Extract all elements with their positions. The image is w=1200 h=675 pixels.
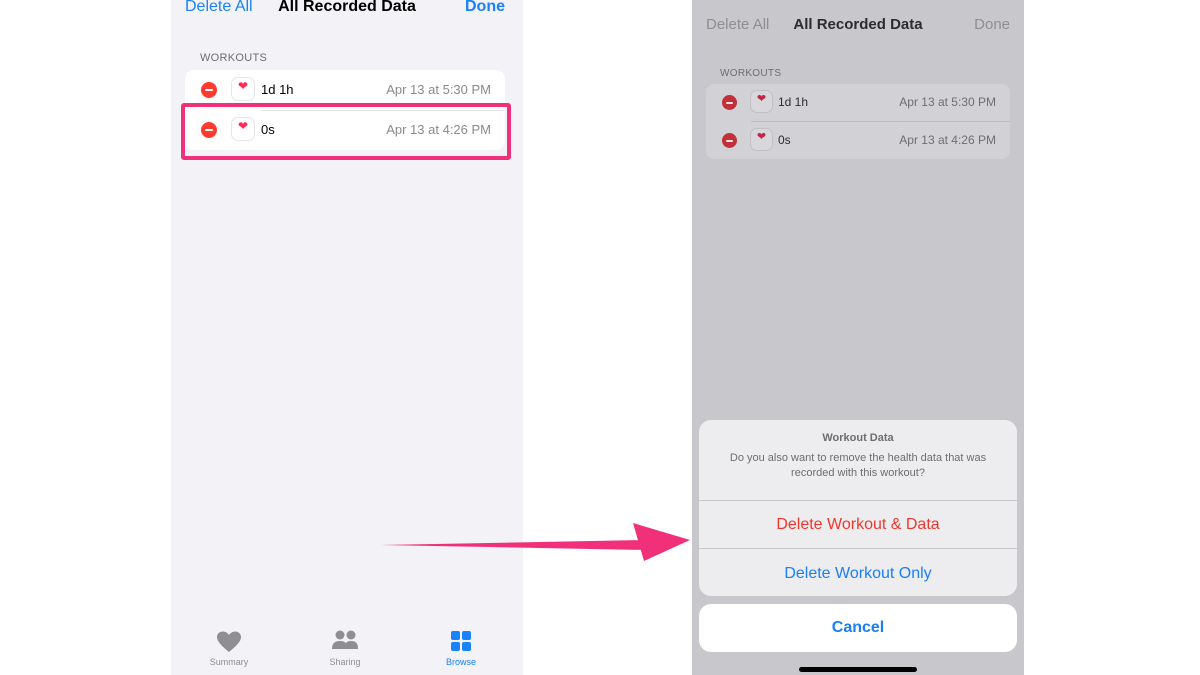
- tab-label: Summary: [209, 657, 249, 667]
- heart-icon: ❤: [237, 79, 249, 93]
- delete-workout-and-data-button[interactable]: Delete Workout & Data: [699, 516, 1017, 534]
- divider: [699, 500, 1017, 501]
- list-item[interactable]: ❤ 0s Apr 13 at 4:26 PM: [706, 122, 1010, 159]
- list-item[interactable]: ❤ 1d 1h Apr 13 at 5:30 PM: [706, 84, 1010, 122]
- right-phone-screen: Delete All All Recorded Data Done WORKOU…: [692, 0, 1024, 675]
- home-indicator: [799, 667, 917, 672]
- done-button[interactable]: Done: [465, 0, 505, 16]
- minus-circle-icon[interactable]: [722, 133, 737, 148]
- cancel-button[interactable]: Cancel: [699, 604, 1017, 652]
- minus-circle-icon[interactable]: [201, 82, 217, 98]
- heart-icon: ❤: [756, 93, 767, 105]
- section-header: WORKOUTS: [200, 52, 268, 64]
- tab-label: Sharing: [329, 657, 361, 667]
- workout-app-badge: ❤: [751, 129, 772, 150]
- navigation-bar: Delete All All Recorded Data Done: [171, 0, 523, 22]
- arrow-right-icon: [380, 523, 690, 561]
- workout-duration: 0s: [778, 133, 791, 147]
- grid-icon: [451, 631, 471, 651]
- cancel-label: Cancel: [831, 619, 885, 636]
- heart-icon: [217, 631, 241, 652]
- delete-workout-only-button[interactable]: Delete Workout Only: [699, 565, 1017, 583]
- tab-bar: Summary Sharing Browse: [171, 625, 523, 675]
- workout-app-badge: ❤: [232, 78, 254, 100]
- tab-summary[interactable]: Summary: [189, 625, 269, 667]
- done-button[interactable]: Done: [974, 16, 1010, 33]
- workout-date: Apr 13 at 5:30 PM: [899, 95, 996, 109]
- workout-date: Apr 13 at 5:30 PM: [386, 82, 491, 97]
- tab-sharing[interactable]: Sharing: [305, 625, 385, 667]
- action-sheet: Workout Data Do you also want to remove …: [699, 420, 1017, 596]
- action-sheet-title: Workout Data: [822, 432, 894, 444]
- workout-duration: 1d 1h: [778, 95, 809, 109]
- workout-date: Apr 13 at 4:26 PM: [899, 133, 996, 147]
- workouts-list: ❤ 1d 1h Apr 13 at 5:30 PM ❤ 0s Apr 13 at…: [706, 84, 1010, 159]
- section-header: WORKOUTS: [720, 68, 782, 79]
- heart-icon: ❤: [756, 131, 767, 143]
- people-icon: [332, 630, 358, 649]
- highlight-box: [181, 103, 511, 160]
- action-sheet-message: Do you also want to remove the health da…: [729, 452, 987, 479]
- workout-duration: 1d 1h: [261, 82, 294, 97]
- workout-app-badge: ❤: [751, 91, 772, 112]
- tab-label: Browse: [445, 657, 476, 667]
- divider: [699, 548, 1017, 549]
- tab-browse[interactable]: Browse: [421, 625, 501, 667]
- minus-circle-icon[interactable]: [722, 95, 737, 110]
